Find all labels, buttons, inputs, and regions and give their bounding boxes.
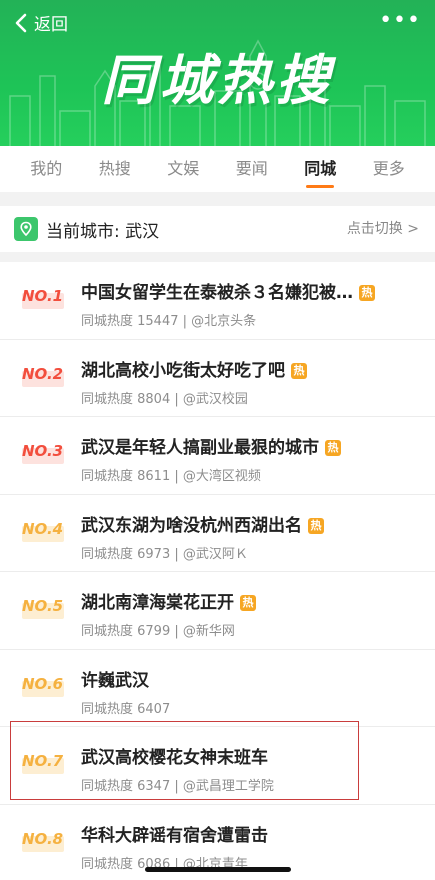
item-title: 武汉是年轻人搞副业最狠的城市热 xyxy=(81,433,341,458)
item-meta: 同城热度 6407 xyxy=(81,701,171,717)
category-tabs: 我的 热搜 文娱 要闻 同城 更多 xyxy=(0,146,435,192)
list-item[interactable]: NO.7 武汉高校樱花女神末班车 同城热度 6347 | @武昌理工学院 xyxy=(0,727,435,805)
rank-badge: NO.3 xyxy=(22,442,66,468)
rank-badge: NO.5 xyxy=(22,597,66,623)
item-title: 中国女留学生在泰被杀３名嫌犯被… 热 xyxy=(81,278,375,303)
hot-badge: 热 xyxy=(325,440,341,456)
item-title: 武汉高校樱花女神末班车 xyxy=(81,748,268,768)
item-meta: 同城热度 6347 | @武昌理工学院 xyxy=(81,779,274,794)
rank-badge: NO.6 xyxy=(22,675,66,701)
divider xyxy=(0,192,435,206)
more-dots-icon[interactable]: ••• xyxy=(379,8,421,33)
tab-mine[interactable]: 我的 xyxy=(26,146,66,192)
hot-badge: 热 xyxy=(240,595,256,611)
divider xyxy=(0,252,435,262)
map-pin-icon xyxy=(14,217,38,241)
tab-same-city[interactable]: 同城 xyxy=(300,146,340,192)
list-item[interactable]: NO.4 武汉东湖为啥没杭州西湖出名热 同城热度 6973 | @武汉阿Ｋ xyxy=(0,495,435,572)
item-title: 武汉东湖为啥没杭州西湖出名热 xyxy=(81,511,324,536)
item-title: 华科大辟谣有宿舍遭雷击 xyxy=(81,825,268,846)
list-item[interactable]: NO.6 许巍武汉 同城热度 6407 xyxy=(0,650,435,727)
rank-badge: NO.2 xyxy=(22,365,66,391)
rank-badge: NO.1 xyxy=(22,287,66,313)
tab-more[interactable]: 更多 xyxy=(369,146,409,192)
list-item[interactable]: NO.3 武汉是年轻人搞副业最狠的城市热 同城热度 8611 | @大湾区视频 xyxy=(0,417,435,495)
rank-badge: NO.7 xyxy=(22,752,66,778)
tab-hot-search[interactable]: 热搜 xyxy=(95,146,135,192)
home-indicator[interactable] xyxy=(145,867,291,872)
current-city-bar: 当前城市: 武汉 点击切换 > xyxy=(0,206,435,252)
item-title: 湖北南漳海棠花正开热 xyxy=(81,588,256,613)
back-button[interactable]: 返回 xyxy=(10,10,68,35)
rank-badge: NO.8 xyxy=(22,830,66,856)
banner-title: 同城热搜 xyxy=(101,49,334,112)
item-title: 湖北高校小吃街太好吃了吧热 xyxy=(81,356,307,381)
item-meta: 同城热度 8804 | @武汉校园 xyxy=(81,391,248,407)
list-item[interactable]: NO.2 湖北高校小吃街太好吃了吧热 同城热度 8804 | @武汉校园 xyxy=(0,340,435,417)
tab-news[interactable]: 要闻 xyxy=(232,146,272,192)
list-item[interactable]: NO.1 中国女留学生在泰被杀３名嫌犯被… 热 同城热度 15447 | @北京头… xyxy=(0,262,435,340)
rank-badge: NO.4 xyxy=(22,520,66,546)
tab-entertainment[interactable]: 文娱 xyxy=(163,146,203,192)
back-label: 返回 xyxy=(34,15,68,35)
current-city-label: 当前城市: 武汉 xyxy=(46,221,160,242)
item-meta: 同城热度 6799 | @新华网 xyxy=(81,624,235,639)
hot-badge: 热 xyxy=(308,517,324,534)
item-meta: 同城热度 8611 | @大湾区视频 xyxy=(81,469,261,484)
list-item[interactable]: NO.5 湖北南漳海棠花正开热 同城热度 6799 | @新华网 xyxy=(0,572,435,650)
item-title: 许巍武汉 xyxy=(81,670,149,691)
switch-city-button[interactable]: 点击切换 > xyxy=(347,206,419,252)
banner-header: 返回 ••• 同城热搜 xyxy=(0,0,435,146)
chevron-left-icon xyxy=(15,13,27,32)
hot-search-list: NO.1 中国女留学生在泰被杀３名嫌犯被… 热 同城热度 15447 | @北京头… xyxy=(0,262,435,880)
hot-badge: 热 xyxy=(291,362,307,379)
item-meta: 同城热度 15447 | @北京头条 xyxy=(81,314,257,329)
hot-badge: 热 xyxy=(359,285,375,301)
item-meta: 同城热度 6973 | @武汉阿Ｋ xyxy=(81,546,248,562)
